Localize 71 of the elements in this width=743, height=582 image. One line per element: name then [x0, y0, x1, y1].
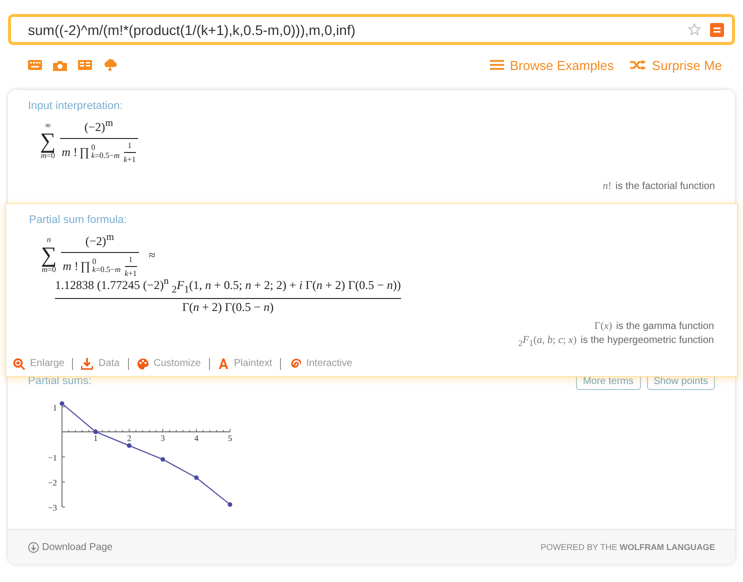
list-icon	[490, 60, 504, 70]
math-text: k+1	[124, 154, 136, 164]
zoom-in-icon	[13, 358, 25, 370]
shuffle-icon	[630, 60, 646, 70]
math-text: ∞	[44, 122, 51, 130]
math-text: Γ(n + 2) Γ(0.5 − n)	[182, 301, 274, 315]
math-text: ∑	[40, 130, 56, 152]
note-text: is the gamma function	[616, 320, 714, 332]
math-text: n	[46, 236, 51, 244]
tick-label: −3	[48, 502, 57, 512]
math-text: k=0.5−m	[91, 152, 120, 160]
action-link[interactable]: Enlarge	[13, 358, 72, 370]
data-point	[194, 475, 199, 480]
math-text: m=0	[42, 266, 56, 274]
math-text: m=0	[40, 152, 55, 160]
math-text: m !	[62, 260, 78, 274]
table-icon[interactable]	[78, 60, 92, 70]
math-text: 1.12838 (1.77245 (−2)$^{n}$ $_{2}$F$_{1}$(1, n + 0.5; n + 2; 2) + i Γ(n + 2) Γ(0.5 − n))	[55, 276, 401, 296]
download-icon	[28, 542, 39, 552]
star-icon[interactable]	[688, 23, 701, 36]
font-icon	[218, 358, 229, 370]
data-point	[228, 502, 232, 507]
math-text: k+1	[124, 268, 137, 278]
action-link[interactable]: Customize	[128, 358, 209, 370]
tick-label: −2	[48, 477, 57, 488]
menu-icon[interactable]	[710, 22, 724, 36]
math-text: k=0.5−m	[92, 266, 121, 274]
tick-label: 3	[160, 432, 165, 443]
math-text: (−2)$^{m}$	[85, 232, 114, 250]
math-text: 0	[91, 144, 96, 152]
data-point	[60, 401, 64, 406]
pod-title: Partial sum formula:	[29, 214, 127, 226]
action-link[interactable]: Interactive	[281, 358, 360, 370]
spiral-icon	[289, 358, 302, 370]
search-field[interactable]: sum((-2)^m/(m!*(product(1/(k+1),k,0.5-m,0))),m,0,inf)	[28, 22, 679, 38]
note-text: is the factorial function	[616, 181, 715, 192]
math-text: 0	[92, 258, 98, 266]
action-link[interactable]: Plaintext	[210, 358, 280, 370]
download-link[interactable]: Download Page	[28, 542, 113, 552]
tick-label: 2	[127, 432, 132, 443]
tick-label: 4	[194, 432, 199, 443]
tick-label: 5	[228, 432, 232, 443]
link[interactable]: Surprise Me	[630, 58, 722, 72]
keyboard-icon[interactable]	[28, 60, 42, 70]
tick-label: 1	[93, 432, 98, 443]
math-text: 1	[128, 140, 132, 150]
math-text: m !	[62, 146, 78, 160]
math-text: n!	[602, 181, 612, 192]
action-link[interactable]: Data	[73, 358, 128, 370]
download-icon	[81, 358, 94, 370]
cloud-icon[interactable]	[103, 59, 118, 71]
note-text: is the hypergeometric function	[580, 334, 714, 346]
math-text: ≈	[148, 248, 156, 263]
data-point	[93, 429, 98, 434]
tick-label: −1	[48, 452, 57, 462]
math-text: (−2)$^{m}$	[84, 118, 113, 136]
math-text: Γ(x)	[594, 320, 612, 332]
link[interactable]: Browse Examples	[490, 58, 614, 72]
data-point	[126, 443, 132, 448]
pod-title: Input interpretation:	[28, 100, 123, 112]
math-text: ∏	[80, 260, 90, 274]
math-text: $_{2}$F$_{1}$(a, b; c; x)	[518, 334, 577, 348]
powered-by-text: POWERED BY THE WOLFRAM LANGUAGE	[540, 542, 715, 552]
data-point	[160, 457, 166, 462]
math-text: ∑	[41, 244, 57, 266]
math-text: 1	[128, 254, 133, 264]
search-bar[interactable]: sum((-2)^m/(m!*(product(1/(k+1),k,0.5-m,0))),m,0,inf)	[8, 14, 735, 45]
camera-icon[interactable]	[53, 60, 67, 70]
palette-icon	[136, 358, 149, 370]
tick-label: 1	[52, 402, 57, 412]
math-text: ∏	[79, 146, 90, 160]
